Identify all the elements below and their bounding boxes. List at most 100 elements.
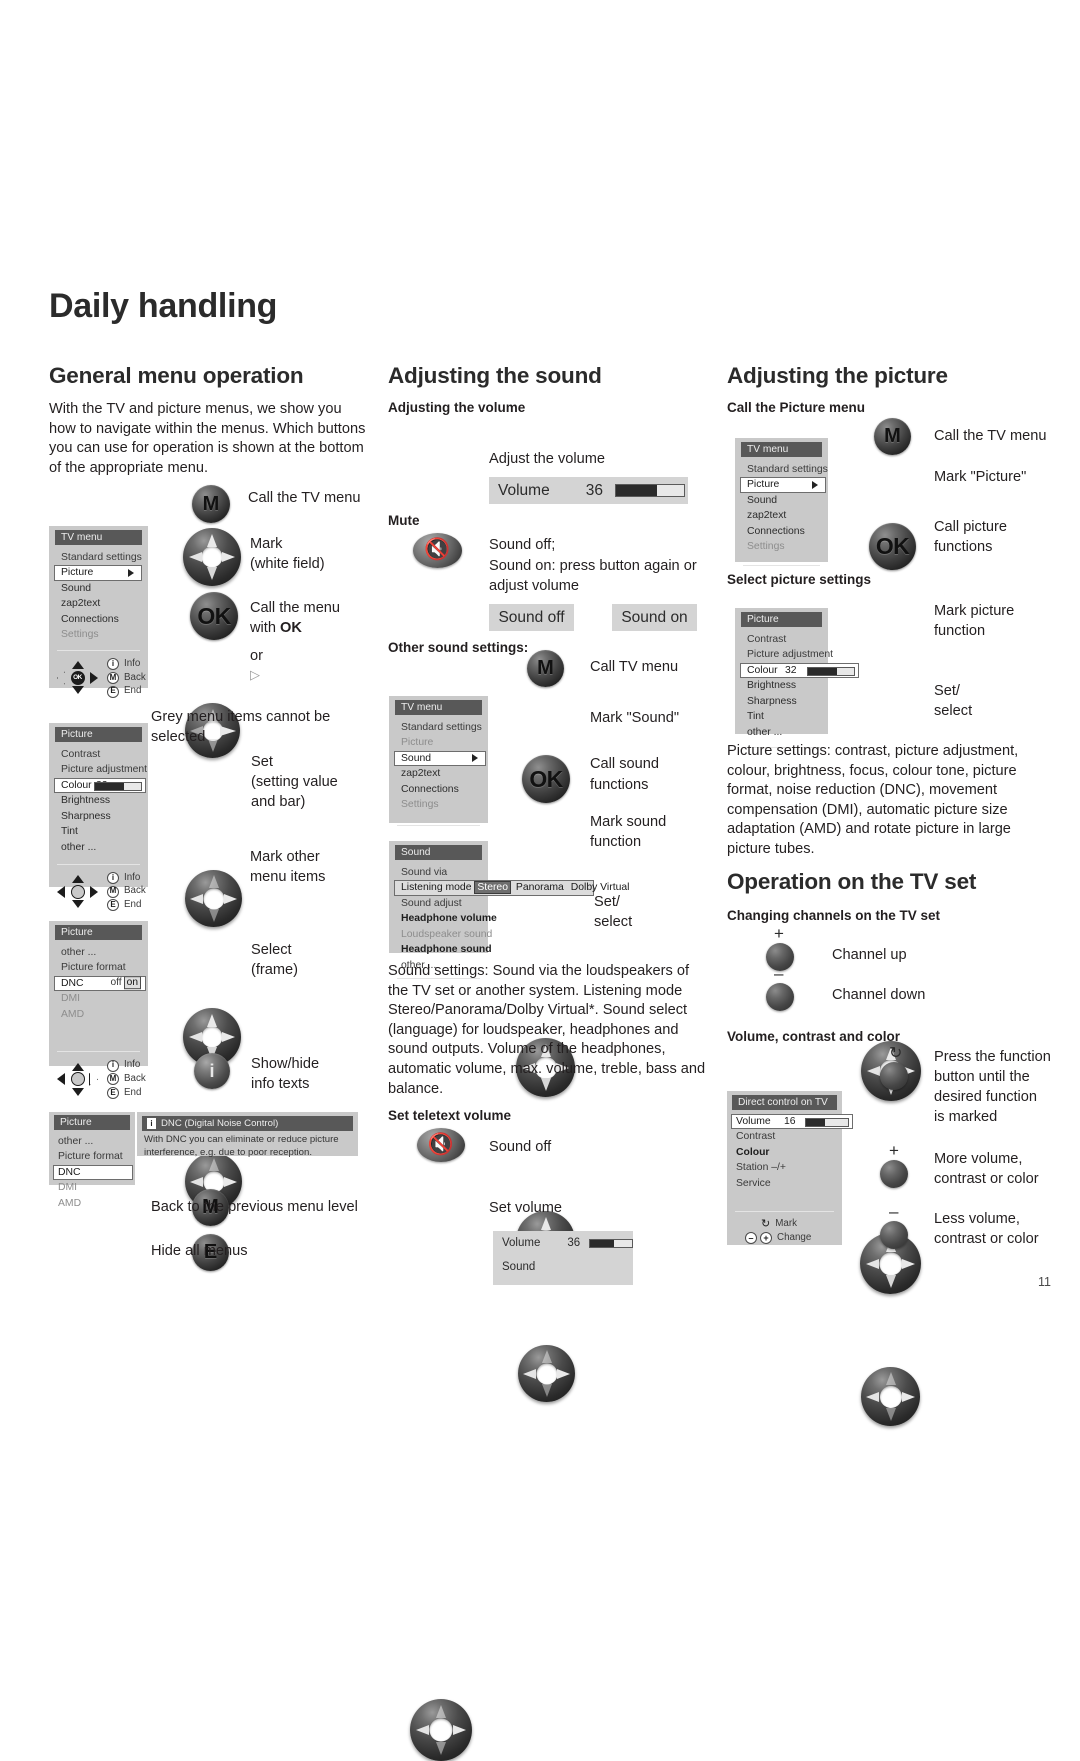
divider bbox=[57, 863, 140, 865]
osd-row[interactable]: Picture adjustment bbox=[55, 762, 147, 778]
osd-row[interactable]: Picture adjustment bbox=[741, 647, 833, 663]
osd-title: TV menu bbox=[55, 530, 142, 545]
subheading-mute: Mute bbox=[388, 513, 420, 528]
osd-row-selected-dnc[interactable]: DNC bbox=[53, 1164, 133, 1181]
arrow-right-icon bbox=[90, 671, 98, 684]
osd-row-selected-volume[interactable]: Volume 16 bbox=[731, 1113, 853, 1130]
osd-item-list: Standard settings Picture Sound zap2text… bbox=[49, 550, 148, 644]
dnc-toggle[interactable]: off on bbox=[109, 976, 141, 991]
osd-row[interactable]: Colour bbox=[732, 1145, 837, 1161]
osd-row[interactable]: Service bbox=[732, 1176, 837, 1192]
osd-row[interactable]: Contrast bbox=[55, 747, 142, 763]
button-ok-call-picture-functions[interactable]: OK bbox=[869, 523, 916, 570]
page-title: Daily handling bbox=[49, 287, 278, 325]
toggle-on-option[interactable]: on bbox=[123, 976, 141, 990]
plus-sign-more: + bbox=[889, 1141, 899, 1160]
info-popup-title-bar: i DNC (Digital Noise Control) bbox=[142, 1116, 353, 1132]
osd-row[interactable]: Sharpness bbox=[741, 694, 822, 710]
osd-row[interactable]: Standard settings bbox=[741, 462, 828, 478]
button-ok-call-sound-functions[interactable]: OK bbox=[522, 755, 570, 803]
osd-row-selected-picture[interactable]: Picture bbox=[740, 477, 826, 493]
caption-mark-other: Mark other bbox=[250, 849, 320, 865]
dpad-wheel-set-select-picture[interactable] bbox=[861, 1367, 920, 1426]
osd-row[interactable]: Sound adjust bbox=[395, 896, 482, 912]
button-more-volume[interactable] bbox=[880, 1160, 908, 1188]
osd-row[interactable]: other ... bbox=[55, 840, 142, 856]
section-heading-operation-tv-set: Operation on the TV set bbox=[727, 869, 977, 894]
osd-row[interactable]: Sound via bbox=[395, 865, 482, 881]
button-m-call-tv-menu-picture[interactable]: M bbox=[874, 418, 911, 455]
osd-row[interactable]: Sound bbox=[55, 581, 142, 597]
button-mute[interactable]: 🔇 bbox=[413, 533, 462, 568]
osd-nav-legend: OK i Info M Back E End bbox=[49, 657, 148, 707]
section-heading-general-menu: General menu operation bbox=[49, 363, 304, 388]
osd-title: Picture bbox=[741, 612, 822, 627]
caption-show-hide-info-2: info texts bbox=[251, 1076, 310, 1092]
dpad-wheel-set-select-sound[interactable] bbox=[518, 1345, 575, 1402]
nav-legend-item: M Back bbox=[107, 672, 146, 685]
osd-row[interactable]: zap2text bbox=[395, 766, 482, 782]
column-adjusting-sound: Adjusting the sound Adjusting the volume bbox=[388, 363, 713, 417]
wheel-center-hole bbox=[203, 888, 224, 909]
caption-select: Select bbox=[251, 942, 292, 958]
osd-row[interactable]: Connections bbox=[741, 524, 822, 540]
osd-title: Direct control on TV bbox=[732, 1095, 837, 1110]
caption-set-select-picture-2: select bbox=[934, 703, 973, 719]
button-ok-call-menu[interactable]: OK bbox=[190, 592, 238, 640]
osd-row-selected-dnc[interactable]: DNC off on bbox=[54, 975, 146, 992]
osd-nav-legend: i Info M Back E End bbox=[49, 871, 148, 921]
caption-mark-sound-fn-1: Mark sound bbox=[590, 814, 667, 830]
osd-row-listening-mode[interactable]: Listening mode Stereo Panorama Dolby Vir… bbox=[394, 880, 629, 896]
caption-mark: Mark bbox=[250, 536, 283, 552]
subheading-changing-channels: Changing channels on the TV set bbox=[727, 908, 941, 923]
osd-row[interactable]: Station –/+ bbox=[732, 1160, 837, 1176]
osd-row[interactable]: Connections bbox=[55, 612, 142, 628]
arrow-right-icon bbox=[557, 1368, 570, 1379]
osd-row[interactable]: zap2text bbox=[741, 508, 822, 524]
caption-set-2: (setting value bbox=[251, 774, 338, 790]
osd-tv-menu-left: TV menu Standard settings Picture Sound … bbox=[49, 526, 148, 698]
button-m-call-tv-menu[interactable]: M bbox=[192, 485, 230, 523]
osd-row-selected[interactable]: Picture bbox=[54, 565, 142, 581]
dpad-wheel-mark[interactable] bbox=[183, 528, 241, 586]
button-less-volume[interactable] bbox=[880, 1221, 908, 1249]
listening-mode-option-stereo[interactable]: Stereo bbox=[474, 881, 511, 895]
osd-row-selected-sound[interactable]: Sound bbox=[394, 750, 486, 767]
osd-row[interactable]: Connections bbox=[395, 782, 482, 798]
osd-row[interactable]: Contrast bbox=[741, 632, 822, 648]
osd-row[interactable]: Standard settings bbox=[395, 720, 482, 736]
osd-row[interactable]: Headphone sound bbox=[395, 942, 492, 958]
osd-row[interactable]: Sharpness bbox=[55, 809, 142, 825]
osd-row[interactable]: other ... bbox=[55, 945, 142, 961]
osd-row[interactable]: other ... bbox=[54, 1134, 130, 1150]
osd-row-selected-colour[interactable]: Colour 32 bbox=[740, 662, 859, 679]
ok-center-icon bbox=[70, 1072, 85, 1087]
button-info[interactable]: i bbox=[194, 1053, 230, 1089]
osd-row[interactable]: Sound bbox=[741, 493, 822, 509]
osd-row[interactable]: Picture format bbox=[54, 1149, 130, 1165]
dpad-wheel-set-volume-teletext[interactable] bbox=[410, 1699, 472, 1761]
toggle-off-option[interactable]: off bbox=[109, 978, 124, 989]
osd-row[interactable]: other ... bbox=[741, 725, 822, 741]
button-channel-down[interactable] bbox=[766, 983, 794, 1011]
osd-row[interactable]: Picture format bbox=[55, 960, 142, 976]
button-m-call-tv-menu-sound[interactable]: M bbox=[527, 650, 564, 687]
button-mute-teletext[interactable]: 🔇 bbox=[417, 1128, 465, 1162]
nav-legend-item: M Back bbox=[107, 885, 146, 898]
osd-row[interactable]: zap2text bbox=[55, 596, 142, 612]
osd-row[interactable]: Brightness bbox=[55, 793, 142, 809]
dpad-wheel-set[interactable] bbox=[185, 870, 242, 927]
osd-row[interactable]: Brightness bbox=[741, 678, 822, 694]
osd-row[interactable]: Tint bbox=[55, 824, 142, 840]
osd-row[interactable]: Standard settings bbox=[55, 550, 142, 566]
osd-row[interactable]: Headphone volume bbox=[395, 911, 497, 927]
arrow-left-icon bbox=[190, 1176, 203, 1187]
osd-row[interactable]: Contrast bbox=[732, 1129, 837, 1145]
osd-row-selected-colour[interactable]: Colour 32 bbox=[54, 777, 146, 794]
info-key-icon: i bbox=[107, 871, 119, 884]
listening-mode-option-dolby[interactable]: Dolby Virtual bbox=[569, 882, 632, 893]
nav-legend-item: E End bbox=[107, 685, 146, 698]
osd-row[interactable]: Tint bbox=[741, 709, 822, 725]
listening-mode-option-panorama[interactable]: Panorama bbox=[514, 882, 566, 893]
button-function[interactable] bbox=[880, 1062, 908, 1090]
